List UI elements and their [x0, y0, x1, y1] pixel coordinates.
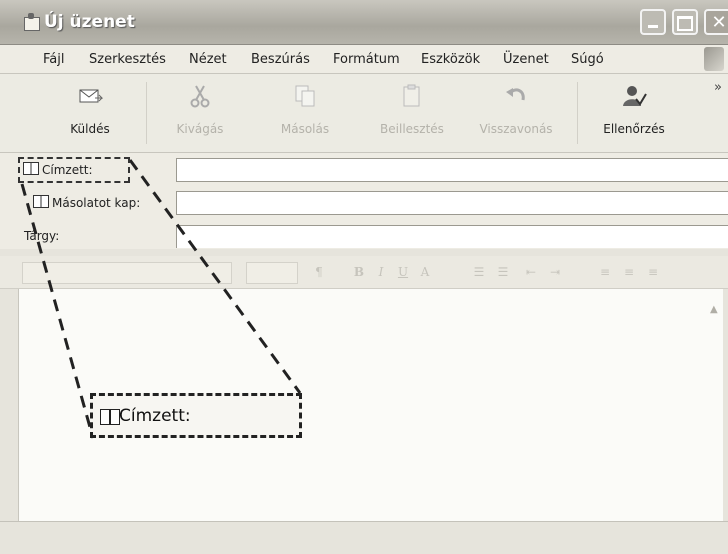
address-book-icon: [100, 409, 120, 425]
callout-highlight-box: [18, 157, 130, 183]
callout-lines: [20, 159, 302, 439]
callout-magnified-box: Címzett:: [90, 393, 302, 438]
callout-label: Címzett:: [119, 406, 191, 426]
